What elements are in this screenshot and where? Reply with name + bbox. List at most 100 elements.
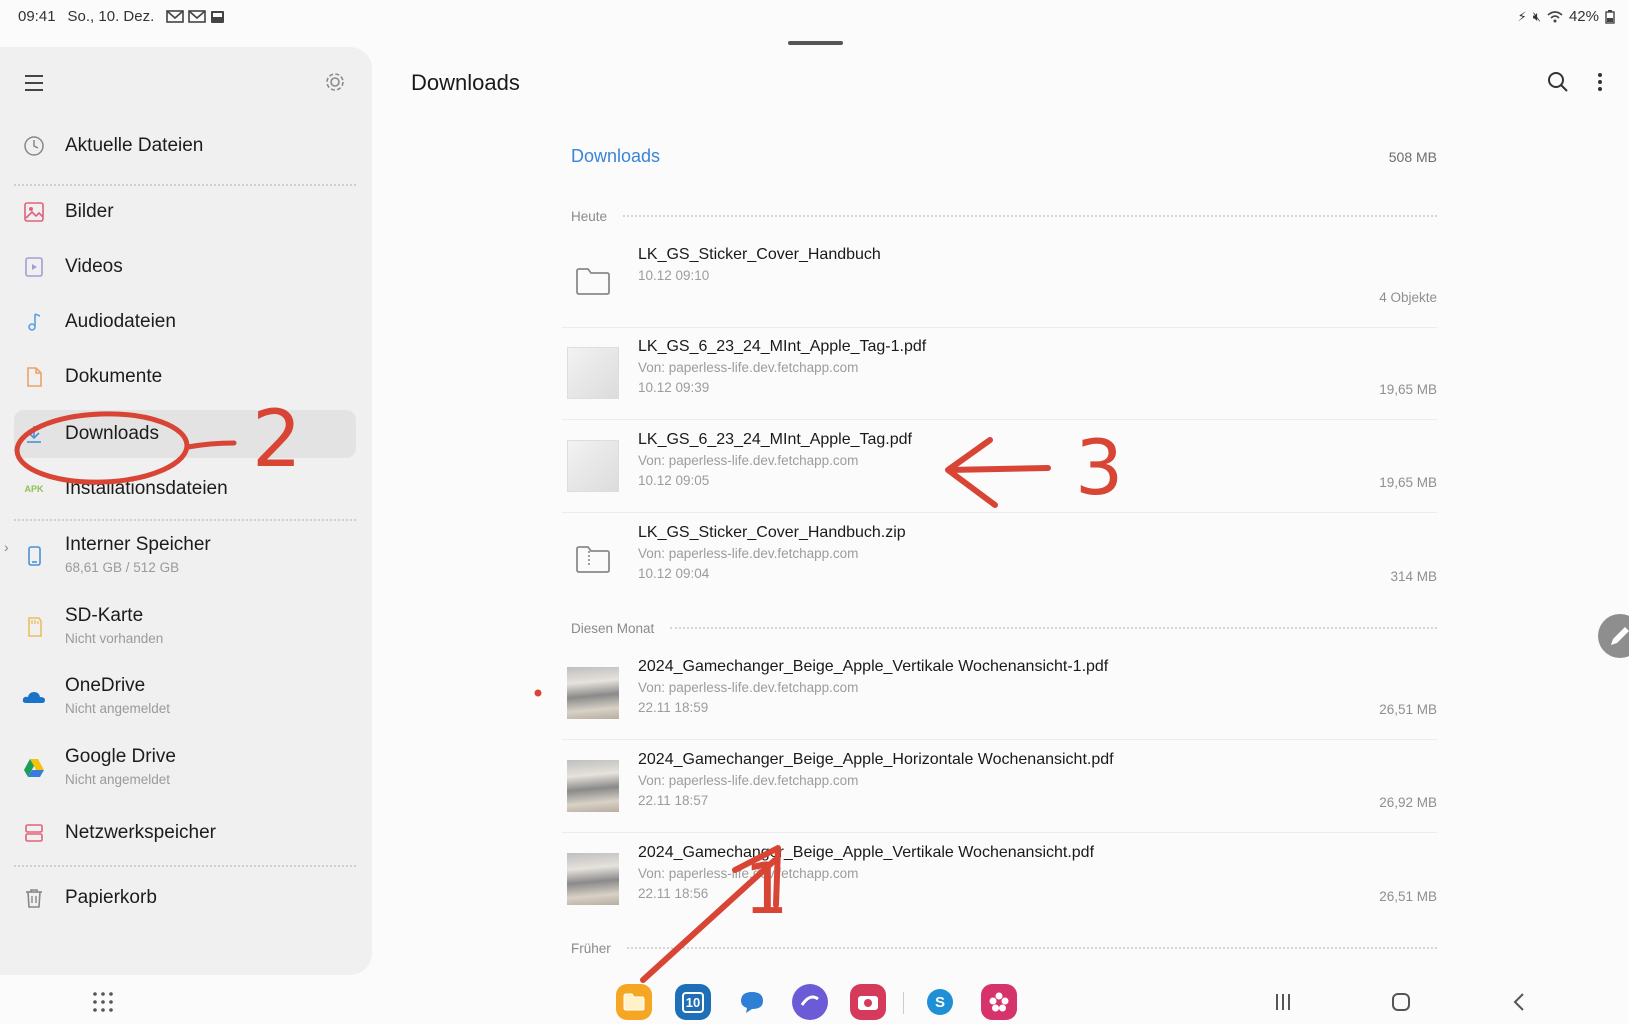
- settings-button[interactable]: [322, 69, 352, 99]
- file-source: Von: paperless-life.dev.fetchapp.com: [638, 453, 859, 468]
- more-options-button[interactable]: [1588, 70, 1614, 96]
- sidebar-item-label: Interner Speicher: [65, 534, 211, 555]
- network-storage-icon: [22, 821, 46, 845]
- breadcrumb-downloads[interactable]: Downloads: [571, 146, 660, 167]
- sidebar-item-sublabel: 68,61 GB / 512 GB: [65, 560, 180, 575]
- no-signal-icon: ⚡︎: [1517, 8, 1527, 24]
- video-icon: [22, 255, 46, 279]
- recent-apps-icon: [1276, 994, 1290, 1010]
- chevron-right-icon[interactable]: ›: [4, 539, 9, 555]
- sidebar-item-trash[interactable]: Papierkorb: [14, 874, 356, 922]
- apps-grid-icon: [93, 992, 113, 1012]
- sidebar: Aktuelle Dateien Bilder Videos Audiodate…: [0, 47, 372, 975]
- folder-total-size: 508 MB: [1388, 149, 1437, 165]
- file-item-count: 4 Objekte: [1379, 290, 1437, 305]
- file-source: Von: paperless-life.dev.fetchapp.com: [638, 546, 859, 561]
- folder-icon: [566, 254, 620, 308]
- sidebar-item-images[interactable]: Bilder: [14, 188, 356, 236]
- phone-storage-icon: [22, 544, 46, 568]
- trash-icon: [22, 886, 46, 910]
- edit-floating-button[interactable]: [1598, 614, 1629, 658]
- sidebar-item-videos[interactable]: Videos: [14, 243, 356, 291]
- file-name: LK_GS_Sticker_Cover_Handbuch.zip: [638, 524, 906, 541]
- file-name: LK_GS_6_23_24_MInt_Apple_Tag-1.pdf: [638, 338, 927, 355]
- menu-button[interactable]: [20, 69, 48, 97]
- file-size: 19,65 MB: [1379, 475, 1437, 490]
- sidebar-item-label: Installationsdateien: [65, 478, 228, 499]
- mute-icon: 🔇︎: [1532, 8, 1541, 24]
- status-left: 09:41 So., 10. Dez.: [18, 8, 225, 25]
- pdf-thumbnail: [566, 666, 620, 720]
- sidebar-item-documents[interactable]: Dokumente: [14, 353, 356, 401]
- home-button[interactable]: [1387, 988, 1415, 1016]
- sidebar-item-network-storage[interactable]: Netzwerkspeicher: [14, 809, 356, 857]
- window-drag-handle[interactable]: [788, 41, 843, 45]
- skype-app-icon[interactable]: S: [922, 984, 958, 1020]
- sidebar-header: [0, 47, 372, 121]
- file-date: 10.12 09:39: [638, 380, 710, 395]
- file-source: Von: paperless-life.dev.fetchapp.com: [638, 866, 859, 881]
- status-right: ⚡︎ 🔇︎ 42%: [1518, 8, 1615, 25]
- navigation-bar: 10 S: [0, 975, 1629, 1024]
- section-header-earlier: Früher: [571, 938, 1437, 958]
- sidebar-item-sd-card[interactable]: SD-Karte Nicht vorhanden: [14, 598, 356, 656]
- list-item[interactable]: LK_GS_Sticker_Cover_Handbuch 10.12 09:10…: [562, 236, 1437, 328]
- breadcrumb: Downloads 508 MB: [571, 146, 1437, 170]
- list-item[interactable]: LK_GS_Sticker_Cover_Handbuch.zip Von: pa…: [562, 514, 1437, 606]
- search-icon: [1548, 72, 1568, 92]
- section-label: Diesen Monat: [571, 620, 655, 636]
- apps-grid-button[interactable]: [92, 991, 114, 1013]
- list-item[interactable]: 2024_Gamechanger_Beige_Apple_Horizontale…: [562, 741, 1437, 833]
- list-item[interactable]: LK_GS_6_23_24_MInt_Apple_Tag-1.pdf Von: …: [562, 328, 1437, 420]
- calendar-app-icon[interactable]: 10: [675, 984, 711, 1020]
- flower-app-icon[interactable]: [981, 984, 1017, 1020]
- pdf-thumbnail: [566, 439, 620, 493]
- sidebar-item-sublabel: Nicht angemeldet: [65, 701, 171, 716]
- back-button[interactable]: [1506, 988, 1534, 1016]
- messages-app-icon[interactable]: [734, 984, 770, 1020]
- list-item[interactable]: 2024_Gamechanger_Beige_Apple_Vertikale W…: [562, 648, 1437, 740]
- sidebar-item-label: Netzwerkspeicher: [65, 822, 216, 843]
- file-name: 2024_Gamechanger_Beige_Apple_Vertikale W…: [638, 844, 1095, 861]
- sidebar-item-recent-files[interactable]: Aktuelle Dateien: [14, 122, 356, 170]
- list-item[interactable]: 2024_Gamechanger_Beige_Apple_Vertikale W…: [562, 834, 1437, 926]
- file-date: 22.11 18:56: [638, 886, 709, 901]
- camera-app-icon[interactable]: [850, 984, 886, 1020]
- image-icon: [22, 200, 46, 224]
- my-files-app-icon[interactable]: [616, 984, 652, 1020]
- file-name: 2024_Gamechanger_Beige_Apple_Vertikale W…: [638, 658, 1109, 675]
- section-label: Früher: [571, 940, 611, 956]
- sidebar-divider: [14, 184, 356, 186]
- wifi-icon: [1547, 11, 1563, 23]
- sidebar-item-label: Dokumente: [65, 366, 163, 387]
- sidebar-item-label: SD-Karte: [65, 605, 144, 626]
- battery-icon: [1605, 9, 1615, 24]
- apk-icon: APK: [22, 477, 46, 501]
- list-item[interactable]: LK_GS_6_23_24_MInt_Apple_Tag.pdf Von: pa…: [562, 421, 1437, 513]
- document-icon: [22, 365, 46, 389]
- sidebar-item-install-files[interactable]: APK Installationsdateien: [14, 465, 356, 513]
- sidebar-item-label: Downloads: [65, 423, 159, 444]
- sidebar-item-internal-storage[interactable]: › Interner Speicher 68,61 GB / 512 GB: [4, 527, 356, 585]
- sidebar-divider: [14, 865, 356, 867]
- pdf-thumbnail: [566, 759, 620, 813]
- sidebar-item-label: Papierkorb: [65, 887, 157, 908]
- sidebar-item-google-drive[interactable]: Google Drive Nicht angemeldet: [14, 739, 356, 797]
- file-source: Von: paperless-life.dev.fetchapp.com: [638, 680, 859, 695]
- internet-app-icon[interactable]: [792, 984, 828, 1020]
- section-header-today: Heute: [571, 206, 1437, 226]
- home-icon: [1392, 993, 1410, 1011]
- pdf-thumbnail: [566, 852, 620, 906]
- status-bar: 09:41 So., 10. Dez. ⚡︎ 🔇︎ 42%: [0, 0, 1629, 36]
- zip-archive-icon: [566, 532, 620, 586]
- sidebar-item-audio[interactable]: Audiodateien: [14, 298, 356, 346]
- sidebar-item-downloads[interactable]: Downloads: [14, 410, 356, 458]
- search-button[interactable]: [1546, 70, 1572, 96]
- sd-card-icon: [22, 615, 46, 639]
- recent-apps-button[interactable]: [1269, 988, 1297, 1016]
- file-name: LK_GS_Sticker_Cover_Handbuch: [638, 246, 881, 263]
- file-name: LK_GS_6_23_24_MInt_Apple_Tag.pdf: [638, 431, 912, 448]
- file-date: 10.12 09:10: [638, 268, 710, 283]
- file-source: Von: paperless-life.dev.fetchapp.com: [638, 360, 859, 375]
- sidebar-item-onedrive[interactable]: OneDrive Nicht angemeldet: [14, 668, 356, 726]
